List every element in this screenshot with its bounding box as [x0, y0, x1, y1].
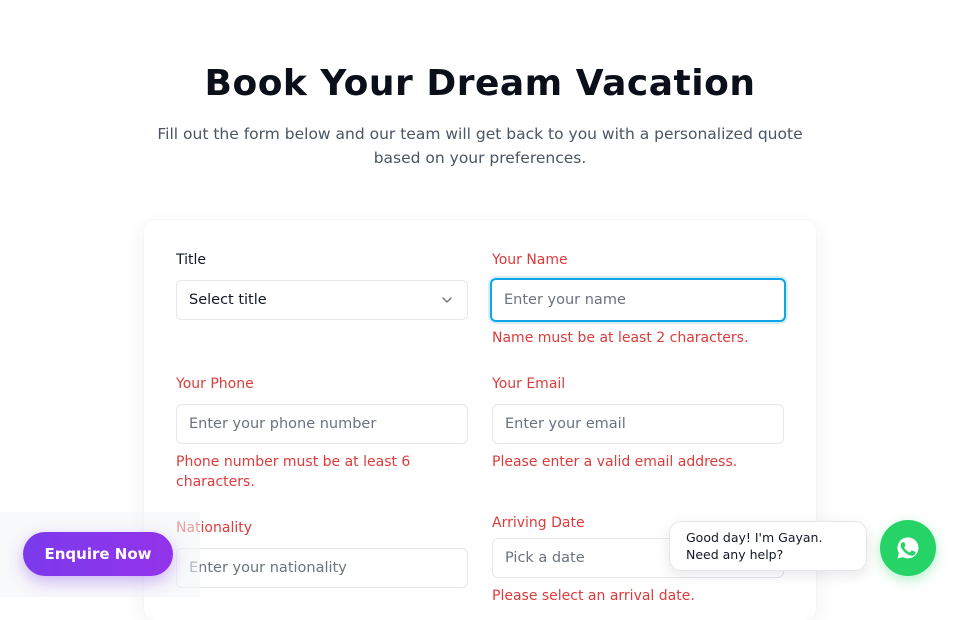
title-field: Title Select title: [176, 250, 468, 320]
page-header: Book Your Dream Vacation Fill out the fo…: [0, 60, 960, 170]
phone-field: Your Phone Enter your phone number Phone…: [176, 374, 468, 490]
nationality-input[interactable]: Enter your nationality: [176, 548, 468, 588]
title-select[interactable]: Select title: [176, 280, 468, 320]
email-label: Your Email: [492, 376, 566, 392]
whatsapp-icon: [897, 537, 919, 559]
nationality-field: Nationality Enter your nationality: [176, 518, 468, 588]
arriving-date-error: Please select an arrival date.: [492, 588, 695, 604]
name-input[interactable]: Enter your name: [490, 278, 786, 322]
nationality-input-placeholder: Enter your nationality: [189, 560, 347, 576]
email-error: Please enter a valid email address.: [492, 454, 738, 470]
chat-greeting-line-1: Good day! I'm Gayan.: [686, 530, 823, 545]
enquire-now-button[interactable]: Enquire Now: [23, 532, 173, 576]
chat-greeting-bubble[interactable]: Good day! I'm Gayan. Need any help?: [669, 521, 867, 571]
page-title: Book Your Dream Vacation: [204, 63, 756, 104]
name-field: Your Name Enter your name Name must be a…: [490, 250, 786, 346]
title-select-value: Select title: [189, 292, 267, 308]
name-input-placeholder: Enter your name: [504, 292, 626, 308]
name-error: Name must be at least 2 characters.: [492, 330, 749, 346]
chat-greeting-line-2: Need any help?: [686, 547, 784, 562]
name-label: Your Name: [492, 252, 568, 268]
phone-input-placeholder: Enter your phone number: [189, 416, 377, 432]
nationality-label: Nationality: [176, 520, 253, 536]
phone-input[interactable]: Enter your phone number: [176, 404, 468, 444]
email-field: Your Email Enter your email Please enter…: [492, 374, 784, 470]
title-label: Title: [176, 252, 207, 268]
phone-label: Your Phone: [176, 376, 254, 392]
page-subtitle: Fill out the form below and our team wil…: [157, 125, 803, 167]
arriving-date-placeholder: Pick a date: [505, 550, 585, 566]
email-input-placeholder: Enter your email: [505, 416, 626, 432]
phone-error: Phone number must be at least 6 characte…: [176, 454, 411, 490]
email-input[interactable]: Enter your email: [492, 404, 784, 444]
whatsapp-chat-button[interactable]: [880, 520, 936, 576]
chevron-down-icon: [442, 297, 452, 303]
